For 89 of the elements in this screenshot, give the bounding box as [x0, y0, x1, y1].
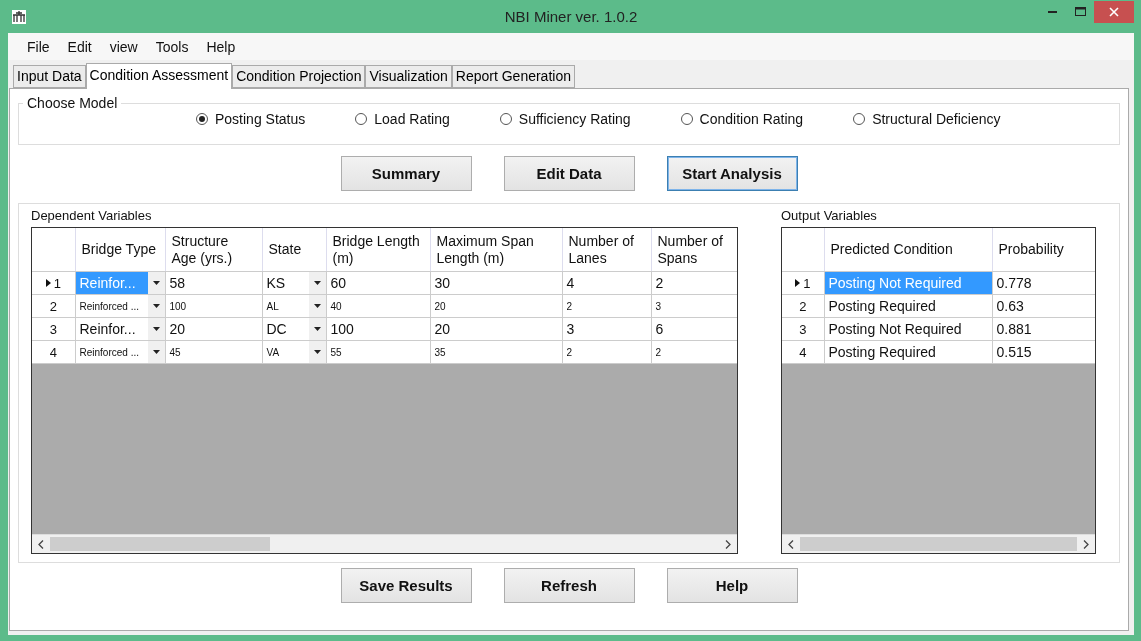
column-header[interactable]: Maximum Span Length (m)	[430, 228, 562, 272]
maximize-icon	[1074, 7, 1086, 16]
radio-label[interactable]: Posting Status	[215, 111, 306, 127]
column-header[interactable]: Probability	[992, 228, 1095, 272]
menu-item[interactable]: Help	[197, 38, 245, 55]
table-cell[interactable]: KS	[262, 272, 309, 294]
menu-item[interactable]: Tools	[146, 38, 198, 55]
bridge-icon	[12, 9, 26, 24]
row-number: 1	[803, 275, 811, 291]
radio-button[interactable]	[196, 113, 208, 125]
horizontal-scrollbar[interactable]	[32, 534, 737, 553]
action-button[interactable]: Refresh	[503, 568, 635, 603]
action-button[interactable]: Save Results	[340, 568, 472, 603]
row-number: 3	[49, 321, 57, 337]
dropdown-button[interactable]	[147, 295, 165, 317]
group-title: Choose Model	[26, 95, 119, 111]
radio-label[interactable]: Load Rating	[374, 111, 450, 127]
column-header[interactable]: Bridge Type	[75, 228, 165, 272]
table-cell: 20	[430, 317, 562, 341]
table-cell[interactable]: DC	[262, 318, 309, 340]
table-cell: 30	[430, 271, 562, 295]
window-title: NBI Miner ver. 1.0.2	[504, 8, 638, 25]
caret-icon	[313, 327, 321, 331]
tab[interactable]: Condition Assessment	[85, 63, 233, 89]
scroll-left-icon[interactable]	[38, 539, 44, 549]
column-header[interactable]: Structure Age (yrs.)	[165, 228, 262, 272]
row-number: 1	[53, 275, 61, 291]
row-number: 2	[799, 298, 807, 314]
row-number: 3	[799, 321, 807, 337]
caret-icon	[152, 327, 160, 331]
group-title: Dependent Variables	[31, 208, 153, 223]
dropdown-button[interactable]	[308, 295, 326, 317]
caret-icon	[152, 350, 160, 354]
tab[interactable]: Input Data	[13, 65, 86, 88]
radio-label[interactable]: Structural Deficiency	[872, 111, 1001, 127]
caret-icon	[313, 350, 321, 354]
column-header[interactable]: Bridge Length (m)	[326, 228, 430, 272]
radio-button[interactable]	[499, 113, 512, 125]
row-number: 4	[799, 344, 807, 360]
table-cell[interactable]: Reinfor...	[75, 318, 148, 340]
row-number: 4	[49, 344, 57, 360]
radio-label[interactable]: Sufficiency Rating	[518, 111, 631, 127]
caret-icon	[152, 281, 160, 285]
table-cell: Posting Not Required	[824, 271, 992, 295]
caret-icon	[313, 304, 321, 308]
dropdown-button[interactable]	[308, 318, 326, 340]
action-button[interactable]: Edit Data	[503, 156, 635, 191]
radio-label[interactable]: Condition Rating	[699, 111, 804, 127]
column-header[interactable]: Number of Lanes	[562, 228, 651, 272]
radio-button[interactable]	[355, 113, 368, 125]
menu-item[interactable]: File	[18, 38, 59, 55]
table-cell[interactable]: Reinforced ...	[75, 341, 148, 363]
tab[interactable]: Condition Projection	[232, 65, 366, 88]
close-icon	[1109, 6, 1119, 17]
action-button[interactable]: Help	[666, 568, 798, 603]
group-title: Output Variables	[781, 208, 878, 223]
scroll-right-icon[interactable]	[725, 539, 731, 549]
table-cell: 35	[430, 340, 562, 364]
column-header[interactable]: Predicted Condition	[824, 228, 992, 272]
minimize-icon	[1047, 10, 1057, 13]
table-cell: Posting Not Required	[824, 317, 992, 341]
menu-item[interactable]: view	[100, 38, 147, 55]
scroll-right-icon[interactable]	[1083, 539, 1089, 549]
table-cell: Posting Required	[824, 340, 992, 364]
action-button[interactable]: Summary	[340, 156, 472, 191]
action-button[interactable]: Start Analysis	[666, 156, 798, 191]
table-cell: Posting Required	[824, 294, 992, 318]
table-cell[interactable]: AL	[262, 295, 309, 317]
scroll-left-icon[interactable]	[788, 539, 794, 549]
dropdown-button[interactable]	[147, 341, 165, 363]
radio-button[interactable]	[853, 113, 866, 125]
dropdown-button[interactable]	[308, 341, 326, 363]
dropdown-button[interactable]	[147, 318, 165, 340]
radio-button[interactable]	[680, 113, 693, 125]
current-row-icon	[795, 279, 801, 287]
caret-icon	[313, 281, 321, 285]
tab[interactable]: Visualization	[365, 65, 452, 88]
tab[interactable]: Report Generation	[451, 65, 575, 88]
table-cell: 20	[430, 294, 562, 318]
horizontal-scrollbar[interactable]	[782, 534, 1095, 553]
table-cell[interactable]: Reinforced ...	[75, 295, 148, 317]
dropdown-button[interactable]	[308, 272, 326, 294]
current-row-icon	[45, 279, 51, 287]
table-cell[interactable]: VA	[262, 341, 309, 363]
row-number: 2	[49, 298, 57, 314]
column-header[interactable]: Number of Spans	[651, 228, 737, 272]
menu-item[interactable]: Edit	[58, 38, 101, 55]
column-header[interactable]: State	[262, 228, 326, 272]
caret-icon	[152, 304, 160, 308]
